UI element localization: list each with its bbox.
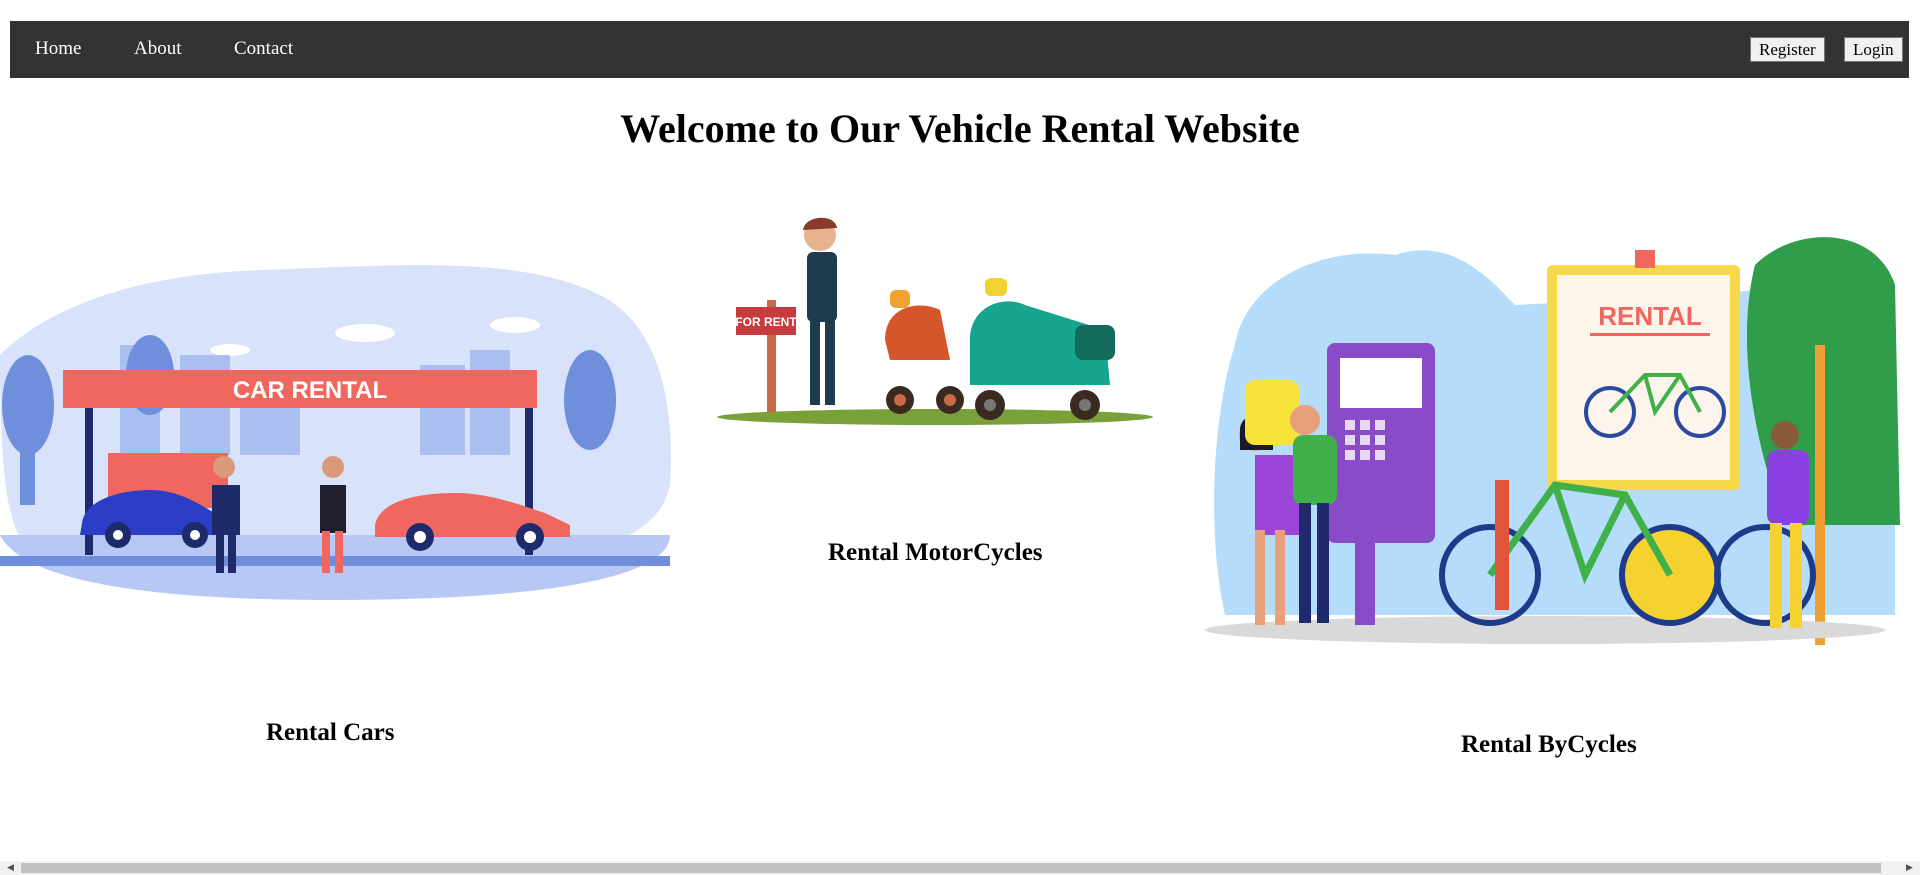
rental-motorcycles-caption: Rental MotorCycles: [828, 539, 1043, 566]
rental-cars-caption: Rental Cars: [266, 719, 395, 746]
login-button[interactable]: Login: [1844, 37, 1903, 62]
register-button[interactable]: Register: [1750, 37, 1825, 62]
page-title: Welcome to Our Vehicle Rental Website: [620, 106, 1300, 151]
motorcycle-rental-illustration: FOR RENT: [717, 217, 1153, 425]
car-rental-sign-text: CAR RENTAL: [233, 377, 387, 404]
scrollbar-thumb[interactable]: [21, 863, 1881, 873]
scroll-left-arrow-icon[interactable]: ◀: [2, 861, 19, 875]
for-rent-sign-text: FOR RENT: [735, 315, 797, 329]
rental-bycycles-caption: Rental ByCycles: [1461, 731, 1637, 758]
nav-contact-link[interactable]: Contact: [234, 39, 293, 58]
horizontal-scrollbar[interactable]: ◀ ▶: [0, 861, 1920, 875]
bicycle-rental-illustration: RENTAL: [1205, 237, 1900, 645]
rental-board-text: RENTAL: [1598, 301, 1702, 331]
scroll-right-arrow-icon[interactable]: ▶: [1901, 861, 1918, 875]
nav-home-link[interactable]: Home: [35, 39, 81, 58]
top-navbar: Home About Contact Register Login: [10, 21, 1909, 78]
car-rental-illustration: CAR RENTAL: [0, 265, 671, 600]
nav-about-link[interactable]: About: [134, 39, 182, 58]
